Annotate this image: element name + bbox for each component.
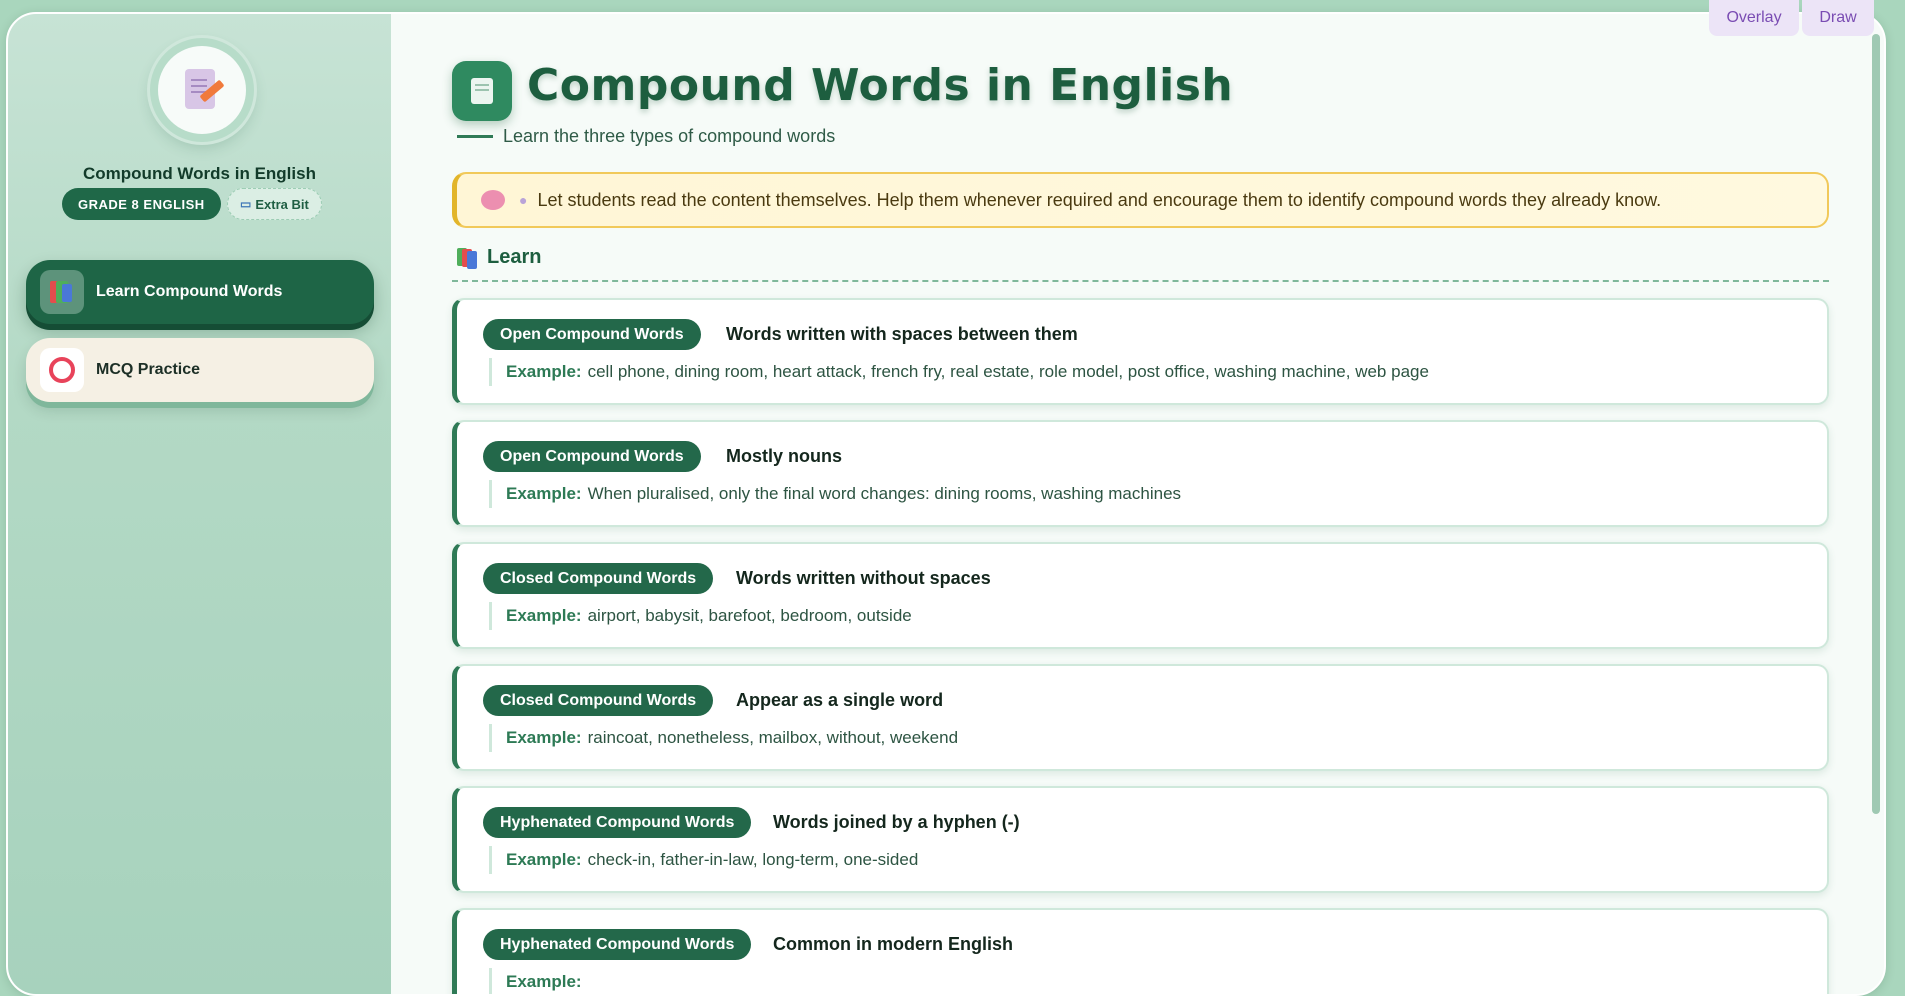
nav-learn-compound-words[interactable]: Learn Compound Words bbox=[26, 260, 374, 324]
concept-card: Open Compound Words Mostly nouns Example… bbox=[452, 420, 1829, 527]
sidebar-title: Compound Words in English bbox=[83, 164, 316, 183]
sidebar: Compound Words in English GRADE 8 ENGLIS… bbox=[8, 14, 391, 994]
speech-bubble-icon: ● bbox=[519, 192, 528, 208]
nav-mcq-practice[interactable]: MCQ Practice bbox=[26, 338, 374, 402]
concept-card: Hyphenated Compound Words Words joined b… bbox=[452, 786, 1829, 893]
category-tag: Hyphenated Compound Words bbox=[483, 929, 752, 960]
books-icon bbox=[457, 247, 479, 269]
example-label: Example: bbox=[506, 484, 582, 503]
extra-bit-badge: ▭ Extra Bit bbox=[227, 188, 322, 220]
card-example: Example: When pluralised, only the final… bbox=[489, 480, 1181, 508]
open-book-icon: ▭ bbox=[240, 197, 252, 211]
main-content[interactable]: Compound Words in English Learn the thre… bbox=[393, 14, 1884, 994]
concept-card: Closed Compound Words Appear as a single… bbox=[452, 664, 1829, 771]
card-example: Example: airport, babysit, barefoot, bed… bbox=[489, 602, 912, 630]
category-tag: Open Compound Words bbox=[483, 441, 701, 472]
concept-card: Closed Compound Words Words written with… bbox=[452, 542, 1829, 649]
card-description: Appear as a single word bbox=[736, 690, 944, 710]
concept-card: Hyphenated Compound Words Common in mode… bbox=[452, 908, 1829, 994]
books-icon bbox=[40, 270, 84, 314]
example-label: Example: bbox=[506, 728, 582, 747]
example-text: When pluralised, only the final word cha… bbox=[587, 484, 1182, 503]
subtitle-divider bbox=[457, 135, 493, 138]
card-example: Example: bbox=[489, 968, 588, 994]
section-heading: Learn bbox=[457, 246, 541, 269]
example-label: Example: bbox=[506, 972, 582, 991]
card-example: Example: raincoat, nonetheless, mailbox,… bbox=[489, 724, 958, 752]
example-label: Example: bbox=[506, 362, 582, 381]
example-text: check-in, father-in-law, long-term, one-… bbox=[587, 850, 919, 869]
card-description: Words joined by a hyphen (-) bbox=[773, 812, 1020, 832]
extra-bit-label: Extra Bit bbox=[255, 196, 309, 212]
card-description: Mostly nouns bbox=[726, 446, 842, 466]
nav-learn-label: Learn Compound Words bbox=[96, 283, 283, 300]
example-text: cell phone, dining room, heart attack, f… bbox=[587, 362, 1429, 381]
brain-icon bbox=[481, 190, 505, 210]
concept-card: Open Compound Words Words written with s… bbox=[452, 298, 1829, 405]
category-tag: Closed Compound Words bbox=[483, 563, 714, 594]
card-description: Words written with spaces between them bbox=[726, 324, 1078, 344]
lesson-logo bbox=[150, 38, 254, 142]
teacher-note: ● Let students read the content themselv… bbox=[452, 172, 1829, 228]
draw-button[interactable]: Draw bbox=[1802, 0, 1874, 36]
section-title: Learn bbox=[487, 246, 542, 268]
example-text: airport, babysit, barefoot, bedroom, out… bbox=[587, 606, 912, 625]
example-text: raincoat, nonetheless, mailbox, without,… bbox=[587, 728, 959, 747]
example-label: Example: bbox=[506, 606, 582, 625]
app-window: Compound Words in English GRADE 8 ENGLIS… bbox=[6, 12, 1886, 996]
book-icon bbox=[452, 61, 512, 121]
grade-badge: GRADE 8 ENGLISH bbox=[62, 188, 221, 220]
card-description: Words written without spaces bbox=[736, 568, 991, 588]
category-tag: Hyphenated Compound Words bbox=[483, 807, 752, 838]
scrollbar[interactable] bbox=[1872, 34, 1880, 814]
teacher-note-text: Let students read the content themselves… bbox=[537, 189, 1662, 210]
card-example: Example: check-in, father-in-law, long-t… bbox=[489, 846, 918, 874]
category-tag: Open Compound Words bbox=[483, 319, 701, 350]
category-tag: Closed Compound Words bbox=[483, 685, 714, 716]
section-divider bbox=[452, 280, 1829, 282]
page-subtitle: Learn the three types of compound words bbox=[503, 126, 836, 146]
overlay-button[interactable]: Overlay bbox=[1709, 0, 1799, 36]
card-description: Common in modern English bbox=[773, 934, 1014, 954]
ring-icon bbox=[40, 348, 84, 392]
page-title: Compound Words in English bbox=[527, 60, 1234, 111]
nav-mcq-label: MCQ Practice bbox=[96, 361, 201, 378]
document-pencil-icon bbox=[185, 69, 225, 111]
example-label: Example: bbox=[506, 850, 582, 869]
card-example: Example: cell phone, dining room, heart … bbox=[489, 358, 1429, 386]
